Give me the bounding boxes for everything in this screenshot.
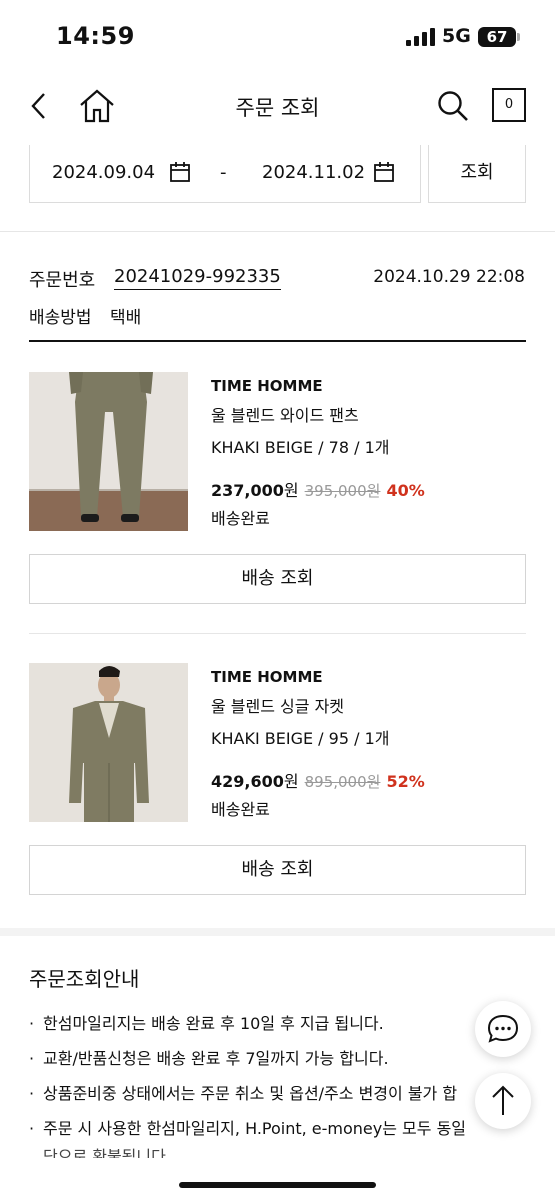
home-indicator (179, 1182, 376, 1188)
track-delivery-button[interactable]: 배송 조회 (29, 845, 526, 895)
order-guide-title: 주문조회안내 (29, 967, 140, 991)
network-label: 5G (442, 25, 471, 47)
guide-item-text: 상품준비중 상태에서는 주문 취소 및 옵션/주소 변경이 불가 합 (43, 1084, 458, 1103)
arrow-up-icon (492, 1085, 514, 1115)
product-option: KHAKI BEIGE / 95 / 1개 (211, 729, 390, 748)
product-price-line: 237,000원 395,000원 40% (211, 477, 425, 501)
header: 주문 조회 0 (0, 74, 555, 138)
product-image-jacket[interactable] (29, 663, 188, 822)
guide-item: · 주문 시 사용한 한섬마일리지, H.Point, e-money는 모두 동… (29, 1119, 467, 1138)
product-price: 237,000 (211, 481, 284, 500)
cart-button[interactable]: 0 (492, 88, 526, 122)
product-brand: TIME HOMME (211, 377, 323, 395)
price-unit: 원 (283, 481, 299, 500)
signal-icon (406, 28, 435, 46)
guide-item-text: 교환/반품신청은 배송 완료 후 7일까지 가능 합니다. (43, 1049, 389, 1068)
original-price: 895,000원 (304, 773, 381, 791)
delivery-status: 배송완료 (211, 800, 270, 819)
battery-icon: 67 (478, 27, 516, 47)
date-range-filter: 2024.09.04 - 2024.11.02 (29, 145, 421, 203)
track-delivery-button[interactable]: 배송 조회 (29, 554, 526, 604)
date-search-button[interactable]: 조회 (428, 145, 526, 203)
page-title: 주문 조회 (235, 96, 320, 120)
guide-item-text: 단으로 환불됩니다 (43, 1147, 166, 1158)
product-name[interactable]: 울 블렌드 싱글 자켓 (211, 693, 344, 717)
price-unit: 원 (283, 772, 299, 791)
divider (29, 340, 526, 342)
divider (29, 633, 526, 634)
product-name[interactable]: 울 블렌드 와이드 팬츠 (211, 402, 359, 426)
end-date-field[interactable]: 2024.11.02 (262, 162, 365, 183)
calendar-icon[interactable] (169, 161, 191, 183)
original-price: 395,000원 (304, 482, 381, 500)
search-icon[interactable] (436, 88, 470, 124)
start-date-field[interactable]: 2024.09.04 (52, 162, 155, 183)
guide-item: · 상품준비중 상태에서는 주문 취소 및 옵션/주소 변경이 불가 합 (29, 1084, 458, 1103)
product-image-pants[interactable] (29, 372, 188, 531)
guide-item: · 교환/반품신청은 배송 완료 후 7일까지 가능 합니다. (29, 1049, 389, 1068)
order-number-label: 주문번호 (29, 270, 96, 291)
chat-button[interactable] (475, 1001, 531, 1057)
scroll-top-button[interactable] (475, 1073, 531, 1129)
guide-item: 단으로 환불됩니다 (29, 1143, 166, 1158)
product-option: KHAKI BEIGE / 78 / 1개 (211, 438, 390, 457)
date-separator: - (220, 162, 227, 183)
chat-icon (487, 1014, 519, 1043)
guide-item-text: 주문 시 사용한 한섬마일리지, H.Point, e-money는 모두 동일 (43, 1119, 467, 1138)
delivery-status: 배송완료 (211, 509, 270, 528)
guide-item-text: 한섬마일리지는 배송 완료 후 10일 후 지급 됩니다. (43, 1014, 384, 1033)
product-price-line: 429,600원 895,000원 52% (211, 768, 425, 792)
shipping-method-label: 배송방법 (29, 308, 92, 328)
order-datetime: 2024.10.29 22:08 (373, 267, 525, 287)
order-number-link[interactable]: 20241029-992335 (114, 266, 281, 290)
section-divider (0, 928, 555, 936)
discount-rate: 52% (386, 772, 425, 791)
shipping-method-value: 택배 (110, 308, 142, 328)
product-price: 429,600 (211, 772, 284, 791)
product-brand: TIME HOMME (211, 668, 323, 686)
battery-tip (517, 33, 520, 41)
divider (0, 231, 555, 232)
guide-item: · 한섬마일리지는 배송 완료 후 10일 후 지급 됩니다. (29, 1014, 384, 1033)
discount-rate: 40% (386, 481, 425, 500)
status-bar: 14:59 5G 67 (0, 0, 555, 74)
calendar-icon[interactable] (373, 161, 395, 183)
status-time: 14:59 (56, 22, 135, 50)
